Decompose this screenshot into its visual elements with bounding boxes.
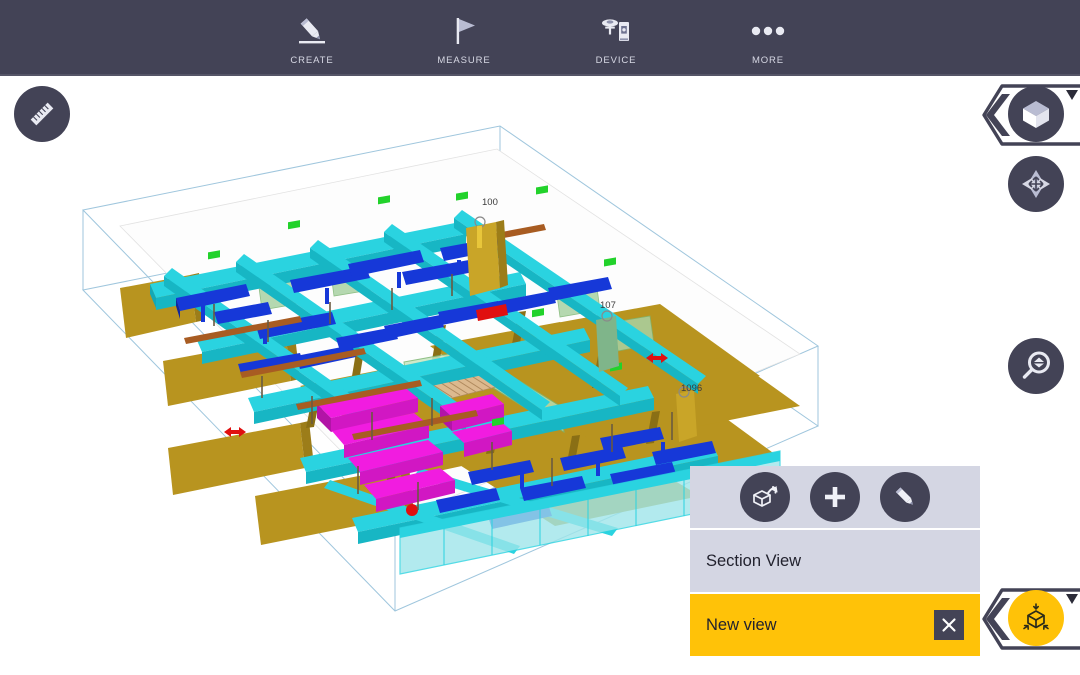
views-panel-actions	[690, 466, 980, 528]
toolbar-item-more-label: MORE	[752, 55, 784, 66]
views-list: Section View New view	[690, 528, 980, 656]
close-icon[interactable]	[934, 610, 964, 640]
views-panel: Section View New view	[690, 466, 980, 652]
toolbar-item-device[interactable]: DEVICE	[577, 12, 655, 66]
measure-tool-button[interactable]	[14, 86, 70, 142]
toolbar-item-create-label: CREATE	[290, 55, 333, 66]
pencil-icon	[295, 12, 329, 50]
cube-arrow-icon	[751, 483, 779, 511]
application-root: CREATE MEASURE	[0, 0, 1080, 675]
view-cube-button[interactable]	[1008, 86, 1064, 142]
plus-icon	[821, 483, 849, 511]
edge-column-107	[596, 311, 619, 372]
gold-column	[466, 217, 508, 296]
toolbar-item-device-label: DEVICE	[596, 55, 637, 66]
view-item-section-view[interactable]: Section View	[690, 530, 980, 592]
ruler-icon	[25, 97, 59, 131]
duplicate-view-button[interactable]	[740, 472, 790, 522]
total-station-icon	[599, 12, 633, 50]
magnifier-zoom-icon	[1019, 349, 1053, 383]
toolbar-item-measure[interactable]: MEASURE	[425, 12, 503, 66]
toolbar-item-create[interactable]: CREATE	[273, 12, 351, 66]
edit-view-button[interactable]	[880, 472, 930, 522]
section-box-button[interactable]	[1008, 590, 1064, 646]
four-arrows-icon	[1019, 167, 1053, 201]
model-label-100: 100	[482, 197, 498, 208]
top-toolbar: CREATE MEASURE	[0, 0, 1080, 76]
zoom-button[interactable]	[1008, 338, 1064, 394]
view-item-label: New view	[706, 616, 777, 635]
pencil-icon	[891, 483, 919, 511]
model-label-1096: 1096	[681, 383, 702, 394]
add-view-button[interactable]	[810, 472, 860, 522]
close-glyph	[940, 616, 958, 634]
section-cube-icon	[1019, 601, 1053, 635]
ellipsis-icon	[748, 12, 788, 50]
view-item-label: Section View	[706, 552, 801, 571]
model-label-107: 107	[600, 300, 616, 311]
toolbar-items: CREATE MEASURE	[273, 12, 807, 66]
pan-orbit-button[interactable]	[1008, 156, 1064, 212]
cube-icon	[1020, 98, 1052, 130]
toolbar-item-more[interactable]: MORE	[729, 12, 807, 66]
toolbar-item-measure-label: MEASURE	[437, 55, 490, 66]
edge-column-1096	[676, 387, 697, 442]
flag-icon	[447, 12, 481, 50]
view-item-new-view[interactable]: New view	[690, 594, 980, 656]
